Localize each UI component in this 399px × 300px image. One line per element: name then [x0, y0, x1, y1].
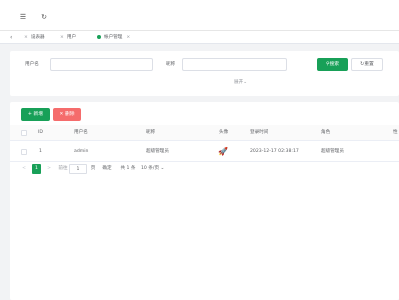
pagination: < 1 > 前往 1 页 确定 共 1 条 10 条/页 ⌄	[20, 164, 320, 174]
cell-nickname: 超级管理员	[146, 149, 169, 154]
tab-item[interactable]: × 设表器	[20, 33, 49, 42]
page-size-select[interactable]: 10 条/页 ⌄	[141, 164, 173, 174]
page-1-button[interactable]: 1	[32, 164, 41, 174]
chevron-down-icon: ⌄	[243, 80, 248, 85]
close-icon[interactable]: ×	[126, 35, 130, 40]
total-count: 共 1 条	[120, 166, 136, 171]
username-label: 用户名	[25, 62, 39, 67]
goto-label: 前往	[58, 166, 68, 171]
cell-login-time: 2023-12-17 02:38:17	[250, 149, 299, 154]
table-row[interactable]: 1 admin 超级管理员 🚀 2023-12-17 02:38:17 超级管理…	[10, 142, 399, 162]
close-icon[interactable]: ×	[60, 35, 64, 40]
cell-role: 超级管理员	[321, 149, 344, 154]
delete-button[interactable]: ✕ 删除	[53, 108, 81, 121]
select-all-checkbox[interactable]	[21, 130, 27, 136]
column-header: 用户名	[74, 130, 88, 135]
menu-fold-icon[interactable]: ☰	[19, 13, 27, 21]
cell-id: 1	[39, 149, 42, 154]
close-icon[interactable]: ×	[24, 35, 28, 40]
active-dot-icon	[97, 34, 101, 39]
add-button[interactable]: + 新增	[21, 108, 50, 121]
next-page-button[interactable]: >	[45, 164, 53, 174]
chevron-left-icon[interactable]: ‹	[10, 33, 12, 42]
column-header: 昵称	[146, 130, 156, 135]
expand-toggle[interactable]: 展开⌄	[234, 79, 247, 85]
prev-page-button[interactable]: <	[20, 164, 28, 174]
reset-button[interactable]: ↻重置	[351, 58, 383, 71]
table-panel: + 新增 ✕ 删除 ID 用户名 昵称 头像 登录时间 角色 性 1 admin…	[10, 102, 399, 300]
delete-icon: ✕	[59, 112, 64, 117]
tabs-bar: ‹ × 设表器 × 用户 帐户管理 ×	[0, 31, 399, 44]
avatar: 🚀	[218, 147, 228, 156]
search-button[interactable]: ⚲搜索	[317, 58, 348, 71]
chevron-down-icon: ⌄	[160, 166, 165, 171]
column-header: 头像	[219, 130, 229, 135]
goto-page-input[interactable]: 1	[69, 164, 87, 174]
nickname-label: 昵称	[166, 62, 176, 67]
tab-item[interactable]: × 用户	[56, 33, 80, 42]
username-input[interactable]	[50, 58, 153, 71]
column-header: 登录时间	[250, 130, 269, 135]
top-bar: ☰ ↻	[0, 0, 399, 31]
goto-confirm-button[interactable]: 确定	[101, 164, 113, 174]
table-header: ID 用户名 昵称 头像 登录时间 角色 性	[10, 125, 399, 141]
page-unit-label: 页	[90, 166, 96, 171]
column-header: 角色	[321, 130, 331, 135]
nickname-input[interactable]	[182, 58, 287, 71]
search-panel: 用户名 昵称 ⚲搜索 ↻重置 展开⌄	[10, 51, 399, 96]
cell-username: admin	[74, 149, 89, 154]
row-checkbox[interactable]	[21, 149, 27, 155]
tab-item-active[interactable]: 帐户管理 ×	[93, 33, 134, 42]
column-header: ID	[38, 130, 43, 135]
refresh-icon[interactable]: ↻	[40, 13, 48, 21]
column-header: 性	[393, 130, 398, 135]
